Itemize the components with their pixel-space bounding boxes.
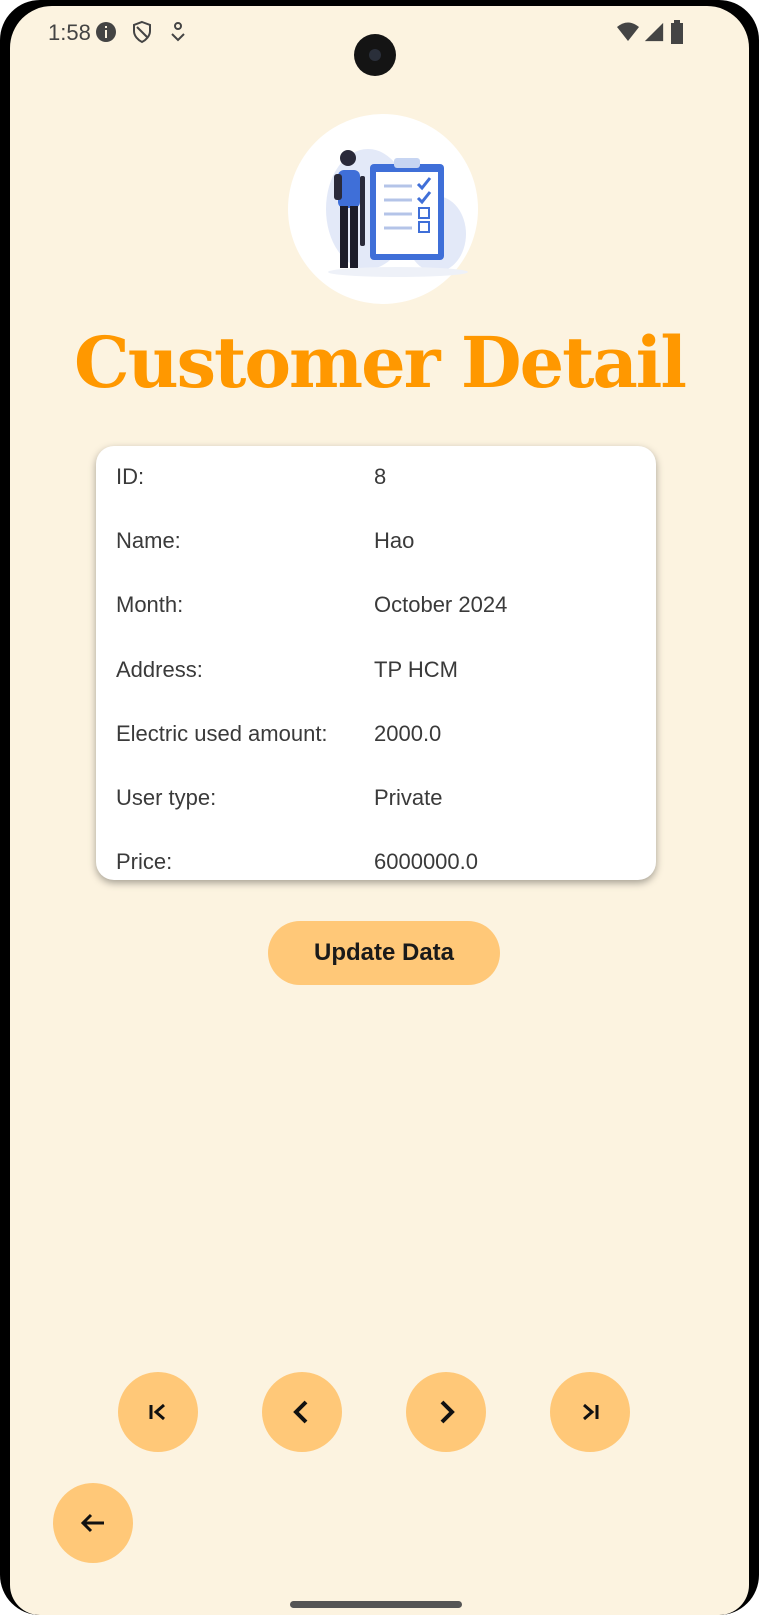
detail-value: 8 bbox=[374, 464, 387, 489]
back-button[interactable] bbox=[53, 1483, 133, 1563]
shield-icon bbox=[133, 20, 151, 44]
camera-cutout bbox=[354, 34, 396, 76]
previous-button[interactable] bbox=[262, 1372, 342, 1452]
update-data-button[interactable]: Update Data bbox=[268, 921, 500, 985]
battery-icon bbox=[671, 20, 683, 44]
detail-value: October 2024 bbox=[374, 592, 508, 617]
first-page-button[interactable] bbox=[118, 1372, 198, 1452]
detail-value: 6000000.0 bbox=[374, 849, 478, 874]
detail-row-id: ID: 8 bbox=[96, 464, 656, 504]
detail-value: 2000.0 bbox=[374, 721, 442, 746]
detail-label: Electric used amount: bbox=[116, 721, 328, 746]
detail-value: Hao bbox=[374, 528, 415, 553]
info-icon bbox=[96, 22, 116, 42]
home-indicator[interactable] bbox=[290, 1601, 462, 1608]
detail-label: Address: bbox=[116, 657, 203, 682]
status-time: 1:58 bbox=[48, 20, 91, 45]
last-page-icon bbox=[583, 1403, 599, 1421]
screen: 1:58 Customer Detail ID: 8 Name: Hao Mon… bbox=[10, 6, 749, 1615]
detail-label: User type: bbox=[116, 785, 217, 810]
detail-value: TP HCM bbox=[374, 657, 458, 682]
chevron-left-icon bbox=[293, 1400, 308, 1424]
detail-label: Name: bbox=[116, 528, 181, 553]
next-button[interactable] bbox=[406, 1372, 486, 1452]
detail-row-price: Price: 6000000.0 bbox=[96, 849, 656, 889]
device-frame: 1:58 Customer Detail ID: 8 Name: Hao Mon… bbox=[0, 0, 759, 1615]
detail-row-electric-used: Electric used amount: 2000.0 bbox=[96, 721, 656, 761]
first-page-icon bbox=[149, 1403, 165, 1421]
arrow-back-icon bbox=[80, 1513, 104, 1533]
detail-label: ID: bbox=[116, 464, 145, 489]
detail-label: Price: bbox=[116, 849, 173, 874]
detail-row-month: Month: October 2024 bbox=[96, 592, 656, 632]
customer-detail-card: ID: 8 Name: Hao Month: October 2024 Addr… bbox=[96, 446, 656, 880]
detail-label: Month: bbox=[116, 592, 184, 617]
download-icon bbox=[171, 22, 185, 42]
detail-row-address: Address: TP HCM bbox=[96, 657, 656, 697]
checklist-illustration bbox=[288, 114, 478, 304]
detail-row-user-type: User type: Private bbox=[96, 785, 656, 825]
signal-icon bbox=[644, 22, 664, 42]
chevron-right-icon bbox=[440, 1400, 455, 1424]
wifi-icon bbox=[617, 22, 639, 41]
detail-value: Private bbox=[374, 785, 443, 810]
last-page-button[interactable] bbox=[550, 1372, 630, 1452]
detail-row-name: Name: Hao bbox=[96, 528, 656, 568]
page-title: Customer Detail bbox=[73, 321, 687, 404]
